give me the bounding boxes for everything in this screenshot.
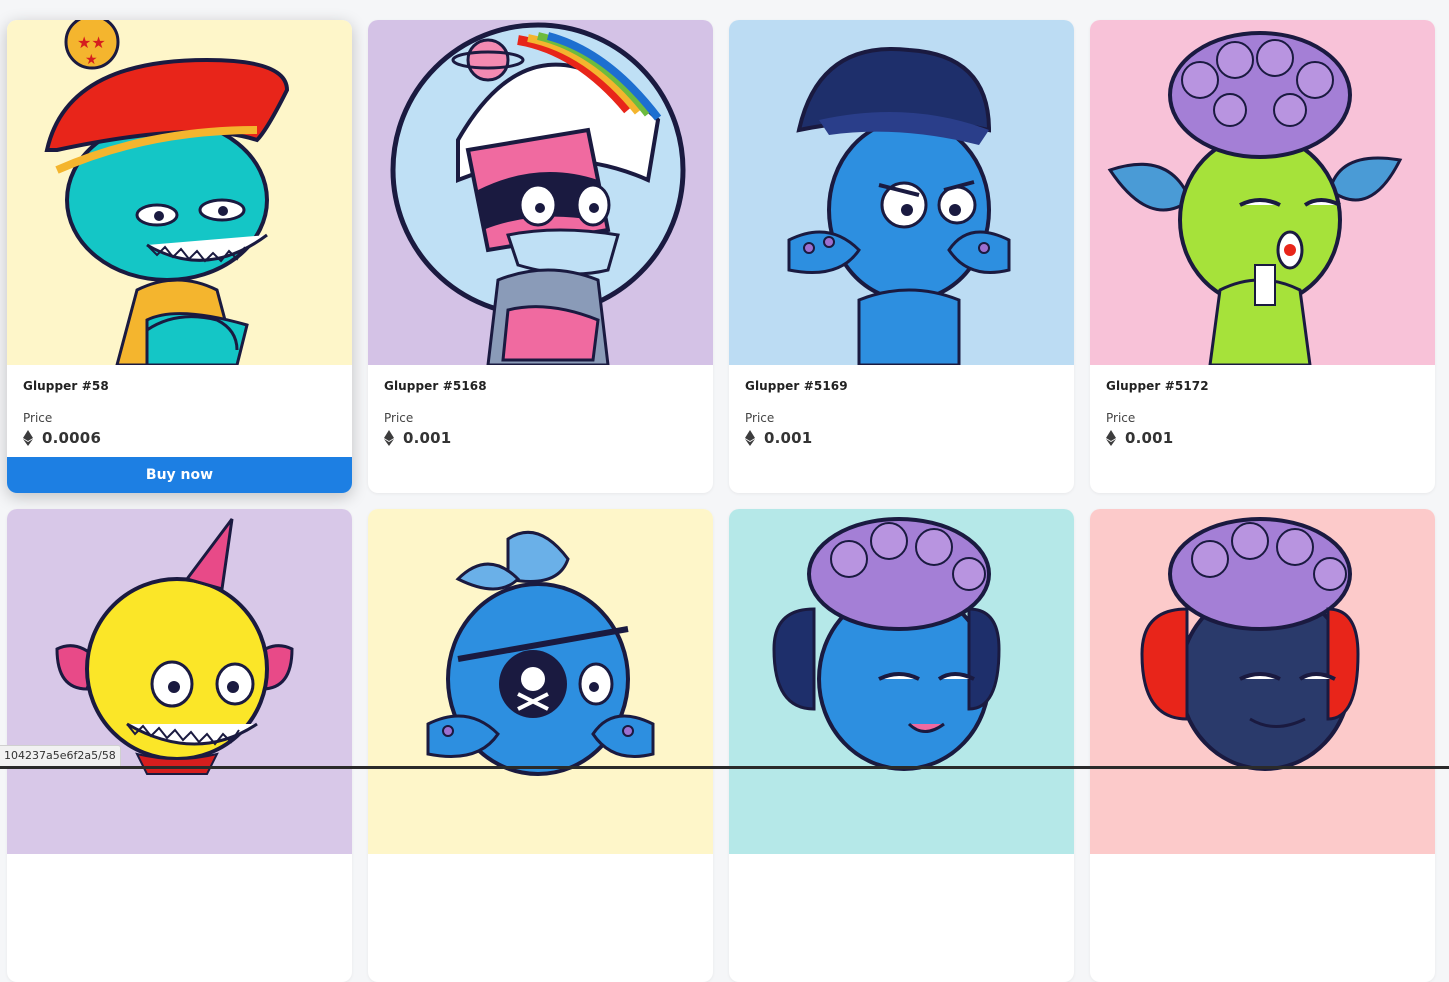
price-row: 0.001 [745, 429, 1058, 447]
nft-image[interactable] [368, 20, 713, 365]
buy-now-button[interactable]: Buy now [7, 457, 352, 493]
price-label: Price [745, 411, 775, 425]
nft-image[interactable] [729, 509, 1074, 854]
nft-card[interactable]: Glupper #5172 Price 0.001 [1090, 20, 1435, 493]
nft-card[interactable] [1090, 509, 1435, 982]
nft-image[interactable] [1090, 20, 1435, 365]
svg-text:★★: ★★ [77, 33, 106, 52]
price-value: 0.0006 [42, 429, 102, 447]
ethereum-icon [384, 430, 394, 446]
status-bar-url: 104237a5e6f2a5/58 [0, 745, 121, 767]
svg-text:★: ★ [85, 52, 98, 68]
ethereum-icon [23, 430, 33, 446]
price-label: Price [1106, 411, 1136, 425]
nft-card[interactable]: ★★ ★ Glupper #58 Price 0.0006 Buy now [7, 20, 352, 493]
price-row: 0.0006 [23, 429, 336, 447]
nft-card[interactable]: Glupper #5169 Price 0.001 [729, 20, 1074, 493]
price-value: 0.001 [1125, 429, 1174, 447]
price-label: Price [23, 411, 53, 425]
nft-image[interactable]: ★★ ★ [7, 20, 352, 365]
nft-name: Glupper #5169 [745, 379, 848, 393]
nft-name: Glupper #5168 [384, 379, 487, 393]
price-row: 0.001 [1106, 429, 1419, 447]
price-label: Price [384, 411, 414, 425]
nft-card[interactable] [368, 509, 713, 982]
nft-name: Glupper #5172 [1106, 379, 1209, 393]
nft-image[interactable] [368, 509, 713, 854]
ethereum-icon [1106, 430, 1116, 446]
nft-card[interactable]: Glupper #5168 Price 0.001 [368, 20, 713, 493]
nft-grid: ★★ ★ Glupper #58 Price 0.0006 Buy now Gl… [7, 20, 1435, 982]
nft-image[interactable] [7, 509, 352, 854]
price-row: 0.001 [384, 429, 697, 447]
nft-image[interactable] [1090, 509, 1435, 854]
nft-name: Glupper #58 [23, 379, 109, 393]
price-value: 0.001 [764, 429, 813, 447]
ethereum-icon [745, 430, 755, 446]
price-value: 0.001 [403, 429, 452, 447]
nft-card[interactable] [729, 509, 1074, 982]
nft-image[interactable] [729, 20, 1074, 365]
